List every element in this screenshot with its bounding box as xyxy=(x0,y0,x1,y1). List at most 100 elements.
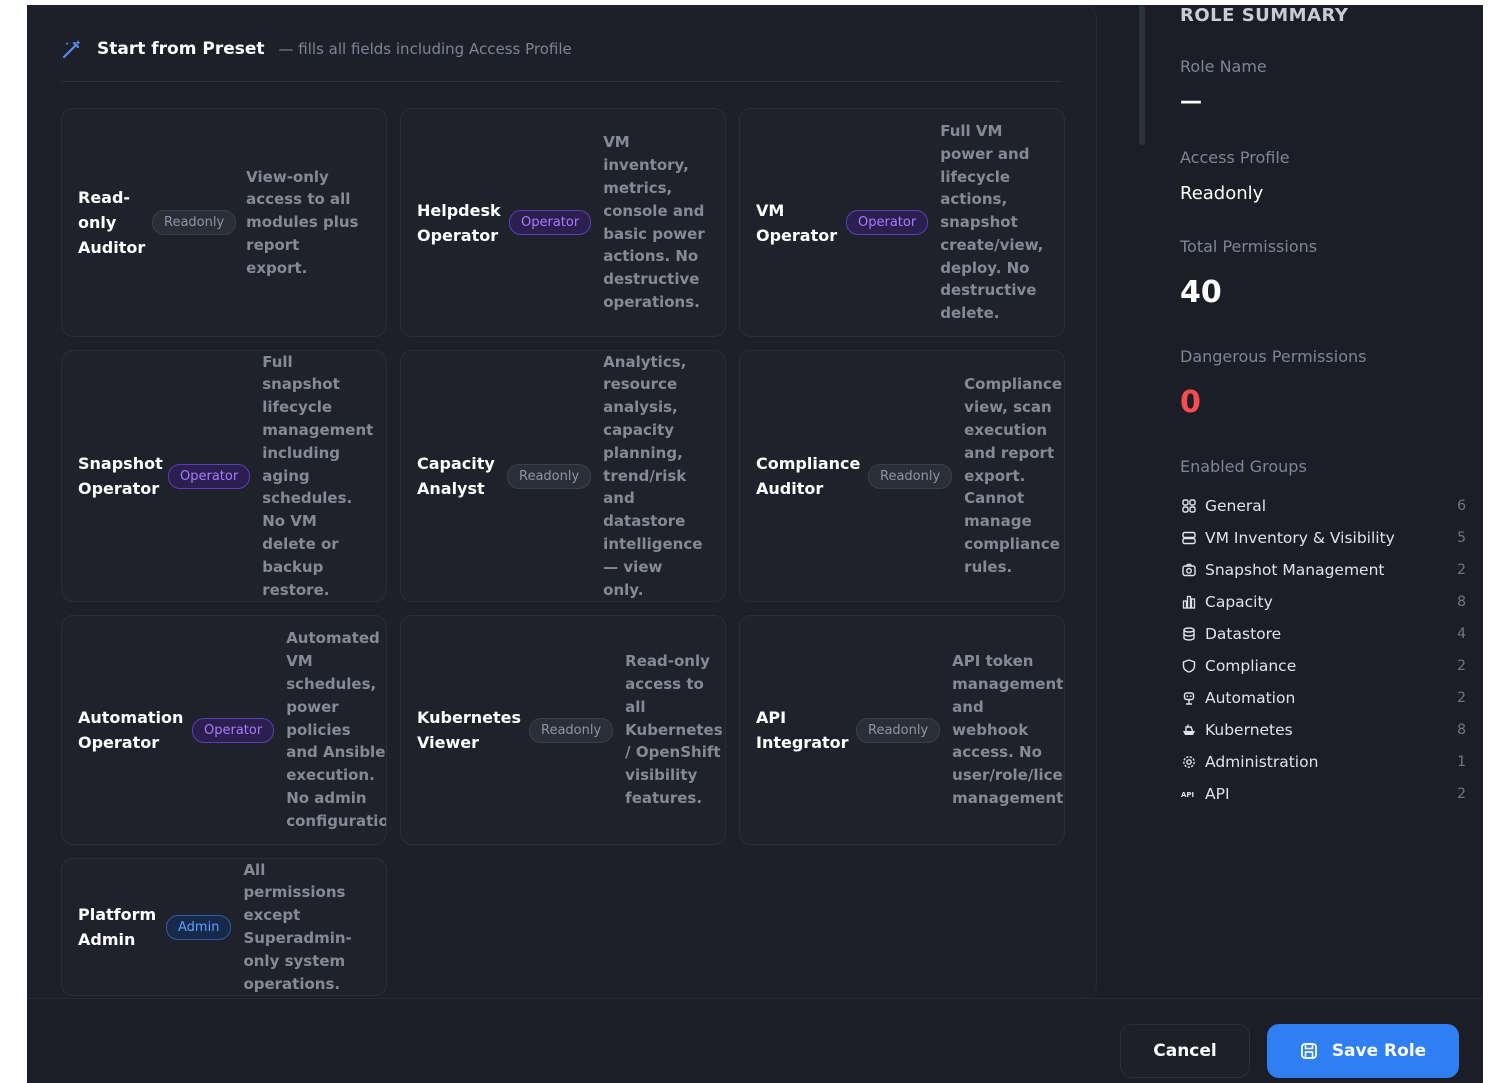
bar-chart-icon xyxy=(1180,593,1198,611)
preset-card-description: View-only access to all modules plus rep… xyxy=(246,167,359,277)
role-badge: Readonly xyxy=(529,717,614,743)
role-badge: Operator xyxy=(846,210,929,235)
group-count: 2 xyxy=(1457,786,1466,802)
preset-card-description: API token management and webhook access.… xyxy=(952,652,1065,807)
group-label: API xyxy=(1205,785,1230,803)
ship-icon xyxy=(1180,721,1198,739)
preset-card-description: Automated VM schedules, power policies a… xyxy=(286,629,386,830)
save-role-button-label: Save Role xyxy=(1331,1041,1427,1061)
group-label: Automation xyxy=(1205,689,1296,707)
group-row-capacity: Capacity 8 xyxy=(1180,590,1466,614)
group-row-kubernetes: Kubernetes 8 xyxy=(1180,718,1466,742)
access-profile-value: Readonly xyxy=(1180,183,1264,204)
group-count: 8 xyxy=(1457,722,1466,738)
total-permissions-value: 40 xyxy=(1180,275,1222,310)
gear-icon xyxy=(1180,753,1198,771)
group-row-automation: Automation 2 xyxy=(1180,686,1466,710)
preset-card-name: Snapshot Operator xyxy=(78,454,163,498)
preset-title: Start from Preset xyxy=(97,39,265,59)
role-badge: Operator xyxy=(509,210,592,235)
preset-card-name: Kubernetes Viewer xyxy=(417,708,521,752)
svg-text:API: API xyxy=(1181,791,1194,799)
role-badge: Operator xyxy=(192,717,275,743)
role-summary-panel: ROLE SUMMARY Role Name — Access Profile … xyxy=(1097,5,1483,998)
group-row-api: API API 2 xyxy=(1180,782,1466,806)
modal-footer: Cancel Save Role xyxy=(27,998,1483,1083)
group-row-vm-inventory: VM Inventory & Visibility 5 xyxy=(1180,526,1466,550)
preset-card-description: Read-only access to all Kubernetes / Ope… xyxy=(625,652,723,807)
preset-card-description: Analytics, resource analysis, capacity p… xyxy=(603,352,703,599)
role-badge: Operator xyxy=(168,463,251,489)
preset-card-name: Automation Operator xyxy=(78,708,184,752)
group-count: 8 xyxy=(1457,594,1466,610)
camera-icon xyxy=(1180,561,1198,579)
cancel-button-label: Cancel xyxy=(1153,1041,1217,1061)
preset-card-name: VM Operator xyxy=(756,200,838,245)
group-label: VM Inventory & Visibility xyxy=(1205,529,1395,547)
group-count: 5 xyxy=(1457,530,1466,546)
access-profile-label: Access Profile xyxy=(1180,148,1290,167)
group-label: Snapshot Management xyxy=(1205,561,1385,579)
role-editor-modal: Start from Preset — fills all fields inc… xyxy=(27,5,1483,1083)
save-icon xyxy=(1300,1042,1318,1060)
preset-card-snapshot-operator[interactable]: Snapshot Operator Operator Full snapshot… xyxy=(61,350,387,602)
preset-card-name: Compliance Auditor xyxy=(756,454,861,498)
preset-card-name: Platform Admin xyxy=(78,905,157,949)
cancel-button[interactable]: Cancel xyxy=(1120,1024,1250,1078)
total-permissions-label: Total Permissions xyxy=(1180,237,1318,256)
robot-icon xyxy=(1180,689,1198,707)
preset-card-capacity-analyst[interactable]: Capacity Analyst Readonly Analytics, res… xyxy=(400,350,726,602)
dangerous-permissions-label: Dangerous Permissions xyxy=(1180,347,1367,366)
group-row-snapshot: Snapshot Management 2 xyxy=(1180,558,1466,582)
api-icon: API xyxy=(1180,785,1198,803)
role-summary-title: ROLE SUMMARY xyxy=(1180,5,1349,26)
preset-subtitle: — fills all fields including Access Prof… xyxy=(278,40,572,58)
preset-card-name: Read-only Auditor xyxy=(78,188,146,257)
preset-card-automation-operator[interactable]: Automation Operator Operator Automated V… xyxy=(61,615,387,845)
preset-card-name: Capacity Analyst xyxy=(417,454,495,498)
group-row-general: General 6 xyxy=(1180,494,1466,518)
group-label: Compliance xyxy=(1205,657,1297,675)
enabled-groups-label: Enabled Groups xyxy=(1180,457,1307,476)
shield-icon xyxy=(1180,657,1198,675)
role-badge: Readonly xyxy=(152,210,237,235)
preset-card-kubernetes-viewer[interactable]: Kubernetes Viewer Readonly Read-only acc… xyxy=(400,615,726,845)
group-label: Administration xyxy=(1205,753,1319,771)
group-label: General xyxy=(1205,497,1267,515)
preset-card-description: Full VM power and lifecycle actions, sna… xyxy=(940,121,1044,323)
group-row-compliance: Compliance 2 xyxy=(1180,654,1466,678)
preset-card-api-integrator[interactable]: API Integrator Readonly API token manage… xyxy=(739,615,1065,845)
group-count: 2 xyxy=(1457,562,1466,578)
group-count: 2 xyxy=(1457,658,1466,674)
group-label: Capacity xyxy=(1205,593,1273,611)
preset-card-vm-operator[interactable]: VM Operator Operator Full VM power and l… xyxy=(739,108,1065,337)
save-role-button[interactable]: Save Role xyxy=(1267,1024,1459,1078)
preset-card-readonly-auditor[interactable]: Read-only Auditor Readonly View-only acc… xyxy=(61,108,387,337)
preset-card-description: VM inventory, metrics, console and basic… xyxy=(603,133,705,311)
group-count: 4 xyxy=(1457,626,1466,642)
server-icon xyxy=(1180,529,1198,547)
grid-icon xyxy=(1180,497,1198,515)
role-badge: Readonly xyxy=(856,717,941,743)
preset-card-platform-admin[interactable]: Platform Admin Admin All permissions exc… xyxy=(61,858,387,996)
dangerous-permissions-value: 0 xyxy=(1180,385,1201,420)
group-count: 6 xyxy=(1457,498,1466,514)
magic-wand-icon xyxy=(61,38,83,60)
preset-card-description: Compliance view, scan execution and repo… xyxy=(964,375,1063,576)
role-badge: Readonly xyxy=(507,463,592,489)
preset-card-compliance-auditor[interactable]: Compliance Auditor Readonly Compliance v… xyxy=(739,350,1065,602)
preset-card-name: API Integrator xyxy=(756,708,849,752)
database-icon xyxy=(1180,625,1198,643)
group-count: 1 xyxy=(1457,754,1466,770)
group-label: Datastore xyxy=(1205,625,1282,643)
group-count: 2 xyxy=(1457,690,1466,706)
role-badge: Admin xyxy=(166,914,232,940)
scrollbar[interactable] xyxy=(1139,5,1145,145)
preset-card-name: Helpdesk Operator xyxy=(417,200,501,245)
preset-card-helpdesk-operator[interactable]: Helpdesk Operator Operator VM inventory,… xyxy=(400,108,726,337)
group-label: Kubernetes xyxy=(1205,721,1293,739)
divider xyxy=(61,81,1062,82)
group-row-datastore: Datastore 4 xyxy=(1180,622,1466,646)
role-name-value: — xyxy=(1180,89,1202,114)
group-row-administration: Administration 1 xyxy=(1180,750,1466,774)
